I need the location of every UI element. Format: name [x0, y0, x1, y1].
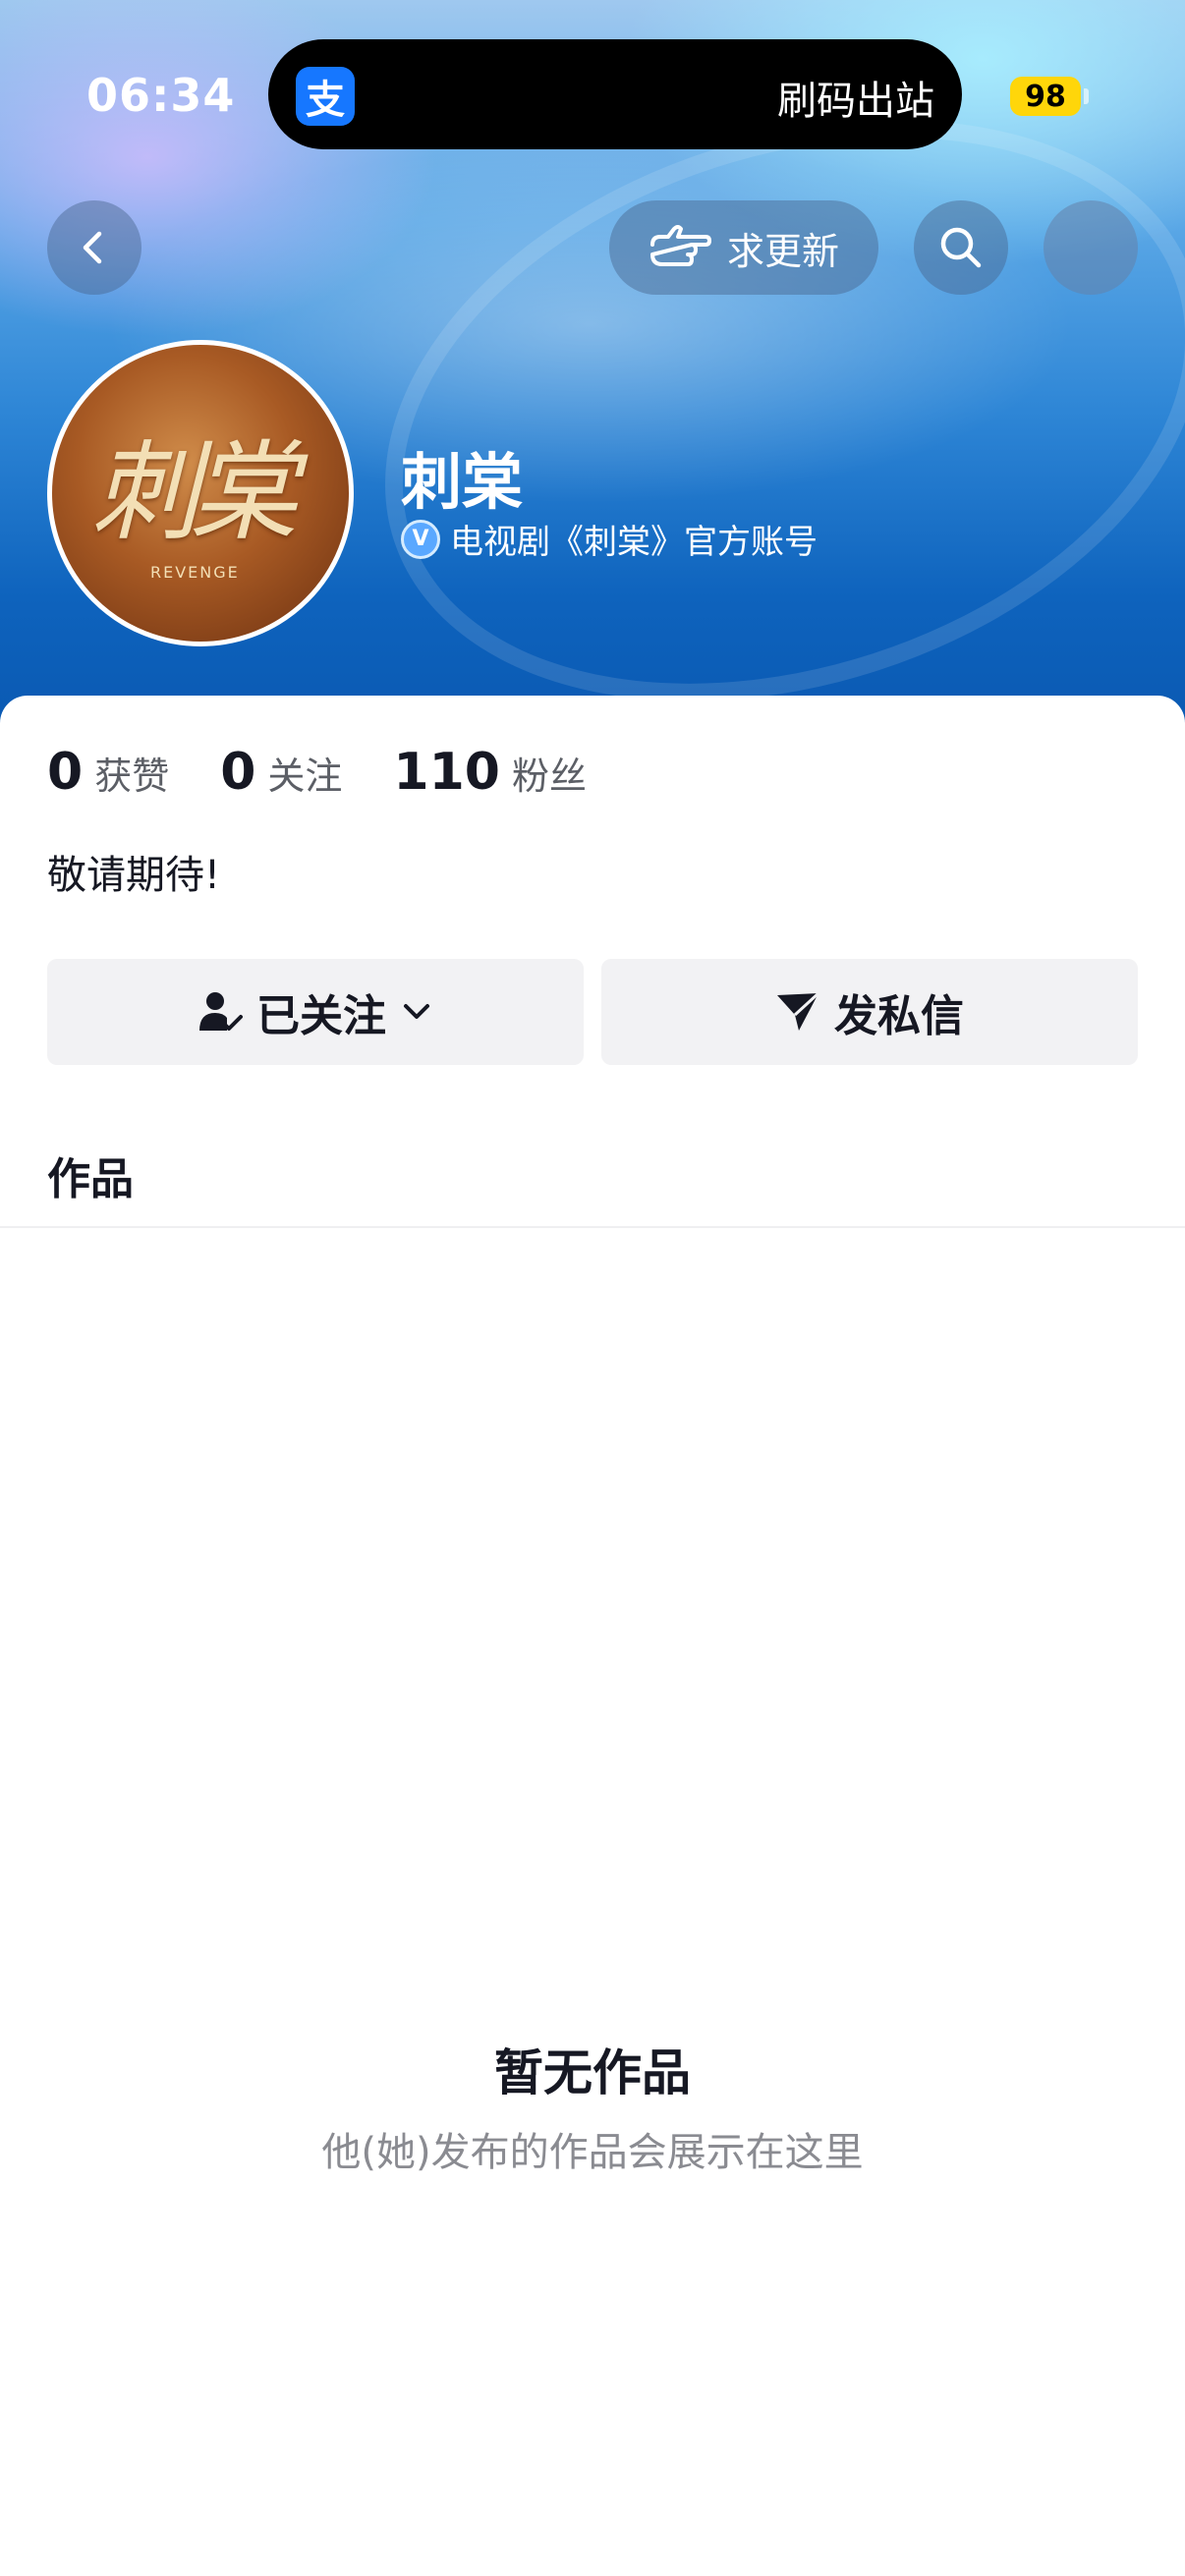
verification-row: V 电视剧《刺棠》官方账号 — [401, 515, 818, 563]
user-check-icon — [199, 992, 243, 1031]
verification-text: 电视剧《刺棠》官方账号 — [450, 523, 818, 562]
verified-badge-icon: V — [401, 519, 440, 559]
stat-label: 关注 — [267, 755, 343, 798]
stat-value: 110 — [393, 743, 500, 802]
status-time: 06:34 — [86, 69, 236, 122]
battery-indicator: 98 — [1010, 77, 1081, 116]
send-message-label: 发私信 — [834, 991, 964, 1041]
search-button[interactable] — [914, 200, 1008, 295]
empty-state-title: 暂无作品 — [494, 2044, 691, 2101]
hand-pointing-icon — [649, 225, 711, 266]
stat-likes[interactable]: 0 获赞 — [47, 743, 169, 802]
avatar[interactable]: 刺棠 REVENGE — [47, 340, 354, 646]
stats-row: 0 获赞 0 关注 110 粉丝 — [47, 743, 638, 802]
following-button[interactable]: 已关注 — [47, 959, 584, 1065]
account-name: 刺棠 — [401, 446, 524, 518]
search-icon — [940, 227, 982, 268]
following-label: 已关注 — [256, 991, 386, 1041]
paper-plane-icon — [777, 991, 820, 1031]
divider — [0, 1226, 1185, 1228]
chevron-left-icon — [83, 231, 102, 264]
stat-value: 0 — [47, 743, 84, 802]
stat-value: 0 — [220, 743, 256, 802]
stat-label: 获赞 — [94, 755, 170, 798]
dynamic-island[interactable]: 支 刷码出站 — [268, 39, 962, 149]
island-activity-text: 刷码出站 — [777, 79, 934, 124]
stat-followers[interactable]: 110 粉丝 — [393, 743, 587, 802]
alipay-app-icon: 支 — [296, 67, 355, 126]
avatar-logo-subtext: REVENGE — [150, 563, 240, 582]
more-button[interactable] — [1044, 200, 1138, 295]
stat-label: 粉丝 — [511, 755, 587, 798]
request-update-button[interactable]: 求更新 — [609, 200, 878, 295]
avatar-logo-text: 刺棠 — [91, 429, 298, 555]
bio-text: 敬请期待! — [47, 853, 221, 898]
send-message-button[interactable]: 发私信 — [601, 959, 1138, 1065]
battery-tip — [1084, 88, 1089, 104]
tab-works[interactable]: 作品 — [47, 1144, 134, 1206]
back-button[interactable] — [47, 200, 141, 295]
chevron-down-icon — [404, 1004, 429, 1019]
empty-state-subtitle: 他(她)发布的作品会展示在这里 — [321, 2130, 864, 2175]
request-update-label: 求更新 — [726, 229, 839, 273]
stat-following[interactable]: 0 关注 — [220, 743, 342, 802]
